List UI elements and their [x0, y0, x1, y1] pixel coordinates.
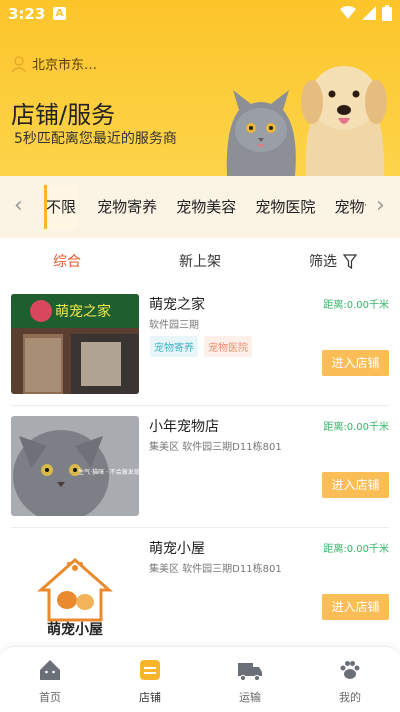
- category-tab-boarding[interactable]: 宠物寄养: [97, 185, 157, 229]
- store-card[interactable]: 生气·猫咪 · 不会被发现 小年宠物店 集美区 软件园三期D11栋801 距离:…: [0, 406, 400, 528]
- category-tab-training[interactable]: 宠物训: [334, 185, 366, 229]
- store-distance: 距离:0.00千米: [323, 544, 389, 555]
- wifi-icon: [340, 6, 356, 19]
- tab-home[interactable]: 首页: [20, 657, 80, 705]
- location-selector[interactable]: 北京市东…: [10, 54, 97, 73]
- page-title: 店铺/服务: [11, 101, 116, 129]
- store-address: 集美区 软件园三期D11栋801: [149, 564, 282, 575]
- user-location-icon: [11, 55, 27, 72]
- notification-icon: A: [53, 7, 66, 20]
- enter-store-button[interactable]: 进入店铺: [322, 472, 389, 498]
- store-image: 萌宠之家: [11, 294, 139, 394]
- tab-mine[interactable]: 我的: [320, 657, 380, 705]
- category-tab-grooming[interactable]: 宠物美容: [176, 185, 236, 229]
- truck-icon: [238, 663, 262, 682]
- logo-text: 萌宠小屋: [47, 621, 103, 638]
- sort-filter[interactable]: 筛选: [309, 251, 357, 271]
- status-bar: 3:23 A: [0, 0, 400, 28]
- tab-mine-label: 我的: [339, 691, 361, 704]
- chevron-left-icon[interactable]: ‹: [14, 195, 23, 217]
- overlay-text: 生气·猫咪 · 不会被发现: [78, 468, 139, 476]
- tab-transport-label: 运输: [239, 691, 261, 704]
- store-distance: 距离:0.00千米: [323, 422, 389, 433]
- tab-stores-label: 店铺: [139, 691, 161, 704]
- shop-sign-text: 萌宠之家: [55, 303, 111, 320]
- filter-label: 筛选: [309, 254, 337, 270]
- store-card[interactable]: 萌宠之家 萌宠之家 软件园三期 距离:0.00千米 宠物寄养 宠物医院 进入店铺: [0, 284, 400, 406]
- paw-icon: [340, 661, 360, 679]
- store-name: 萌宠之家: [149, 297, 205, 313]
- sort-bar: 综合 新上架 筛选: [0, 238, 400, 282]
- battery-icon: [382, 5, 392, 21]
- store-distance: 距离:0.00千米: [323, 300, 389, 311]
- status-time: 3:23: [8, 5, 46, 23]
- filter-icon: [343, 253, 357, 269]
- category-bar: ‹ 不限 宠物寄养 宠物美容 宠物医院 宠物训 ›: [0, 176, 400, 238]
- chevron-right-icon[interactable]: ›: [376, 195, 385, 217]
- tab-transport[interactable]: 运输: [220, 657, 280, 705]
- sort-newest[interactable]: 新上架: [179, 251, 221, 271]
- dog-illustration: [301, 66, 387, 176]
- store-name: 萌宠小屋: [149, 541, 205, 557]
- category-tab-all[interactable]: 不限: [44, 185, 79, 229]
- home-icon: [40, 660, 60, 680]
- tag-hospital: 宠物医院: [204, 336, 252, 357]
- category-tabs: 不限 宠物寄养 宠物美容 宠物医院 宠物训: [44, 185, 366, 229]
- bottom-tab-bar: 首页 店铺 运输 我的: [0, 646, 400, 712]
- location-text: 北京市东…: [32, 58, 98, 73]
- store-logo: 萌宠小屋: [11, 538, 139, 638]
- store-card[interactable]: 萌宠小屋 萌宠小屋 集美区 软件园三期D11栋801 距离:0.00千米 进入店…: [0, 528, 400, 650]
- store-icon: [140, 660, 160, 680]
- header-banner: 3:23 A 北京市东… 店铺/服务 5秒匹配离您最近的服务商: [0, 0, 400, 176]
- status-icons: [340, 5, 392, 21]
- store-name: 小年宠物店: [149, 419, 219, 435]
- page-subtitle: 5秒匹配离您最近的服务商: [14, 131, 177, 147]
- cat-illustration: [226, 90, 296, 176]
- store-image: 生气·猫咪 · 不会被发现: [11, 416, 139, 516]
- tag-boarding: 宠物寄养: [150, 336, 198, 357]
- store-address: 集美区 软件园三期D11栋801: [149, 442, 282, 453]
- signal-icon: [362, 6, 376, 20]
- category-tab-hospital[interactable]: 宠物医院: [255, 185, 315, 229]
- tab-home-label: 首页: [39, 691, 61, 704]
- store-address: 软件园三期: [149, 320, 199, 331]
- sort-comprehensive[interactable]: 综合: [53, 251, 81, 271]
- enter-store-button[interactable]: 进入店铺: [322, 594, 389, 620]
- enter-store-button[interactable]: 进入店铺: [322, 350, 389, 376]
- tab-stores[interactable]: 店铺: [120, 657, 180, 705]
- store-tags: 宠物寄养 宠物医院: [150, 336, 252, 357]
